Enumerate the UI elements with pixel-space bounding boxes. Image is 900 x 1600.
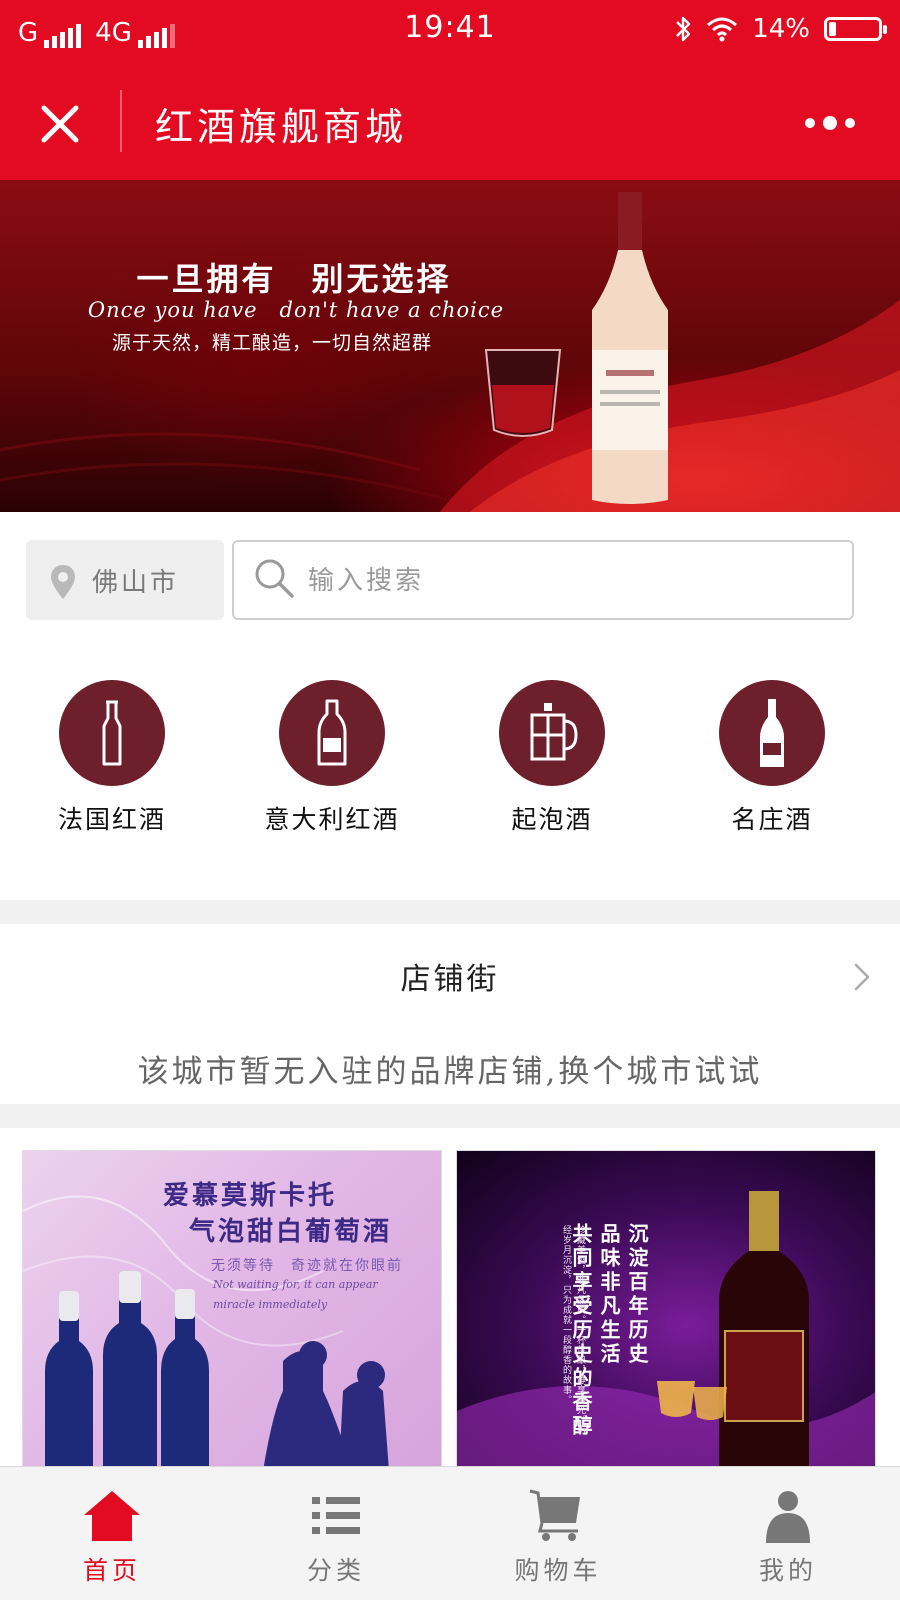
nav-divider [120,90,122,152]
close-icon [41,105,79,143]
product-vertical-text-2: 品味非凡生活 [597,1223,621,1367]
product-tagline: 无须等待 奇迹就在你眼前 [211,1258,403,1274]
category-french-wine[interactable]: 法国红酒 [22,680,202,840]
product-card-red-wine[interactable]: 沉淀百年历史 品味非凡生活 共同享受历史的香醇 珍藏美酒，非凡品质。一杯佳酿，静… [456,1150,876,1470]
tab-home[interactable]: 首页 [32,1489,192,1599]
shop-street-title[interactable]: 店铺街 [0,954,900,998]
tab-label: 购物车 [514,1556,602,1585]
bottom-tab-bar: 首页 分类 购物车 我的 [0,1466,900,1600]
list-icon [312,1497,360,1534]
banner-subtitle: Once you have don't have a choice [87,298,505,322]
tab-mine[interactable]: 我的 [708,1489,868,1599]
more-icon-dot [823,116,837,130]
location-search-bar: 佛山市 [0,512,900,620]
cart-icon [529,1489,580,1541]
product-card-moscato[interactable]: 爱慕莫斯卡托 气泡甜白葡萄酒 无须等待 奇迹就在你眼前 Not waiting … [22,1150,442,1470]
bottle-icon [102,700,122,766]
empty-shop-message: 该城市暂无入驻的品牌店铺,换个城市试试 [137,1054,763,1090]
category-grid: 法国红酒 意大利红酒 起泡酒 名庄酒 [0,620,900,900]
wine-bottle-image [592,192,668,504]
more-icon-dot [805,118,815,128]
search-box[interactable] [232,540,854,620]
search-input[interactable] [306,560,830,602]
tab-label: 首页 [82,1556,141,1585]
tab-label: 我的 [758,1556,817,1585]
banner-tagline: 源于天然，精工酿造，一切自然超群 [111,332,432,354]
product-body-text: 珍藏美酒，非凡品质。一杯佳酿，静享时光。历经岁月沉淀，只为成就一段醇香的故事。 [561,1225,585,1435]
chevron-right-icon[interactable] [850,962,874,992]
category-sparkling-wine[interactable]: 起泡酒 [462,680,642,840]
nav-bar: 红酒旗舰商城 [0,72,900,172]
product-tagline-en: Not waiting for, it can appear miracle i… [213,1278,378,1311]
product-vertical-text-1: 沉淀百年历史 [625,1223,649,1367]
pitcher-icon [530,703,578,761]
wifi-icon [707,17,738,42]
category-italian-wine[interactable]: 意大利红酒 [242,680,422,840]
user-icon [766,1491,810,1543]
tab-cart[interactable]: 购物车 [478,1489,638,1599]
location-pin-icon [51,565,75,599]
page-title: 红酒旗舰商城 [155,105,408,149]
category-circle [279,680,385,786]
product-title-line2: 气泡甜白葡萄酒 [189,1217,393,1247]
category-circle [499,680,605,786]
close-button[interactable] [30,94,90,154]
battery-icon [824,17,887,41]
category-label: 法国红酒 [57,805,166,834]
more-button[interactable] [790,108,870,138]
top-bar: G 4G 19:41 14% 红酒旗舰商城 [0,0,900,180]
product-title-line1: 爱慕莫斯卡托 [163,1181,338,1211]
wine-glass-icon [484,349,562,437]
status-bar: G 4G 19:41 14% [0,0,900,64]
tab-category[interactable]: 分类 [256,1489,416,1599]
bluetooth-icon [676,16,691,42]
category-famous-chateau[interactable]: 名庄酒 [682,680,862,840]
category-label: 起泡酒 [511,805,593,834]
shop-street-section: 店铺街 该城市暂无入驻的品牌店铺,换个城市试试 [0,924,900,1104]
promo-banner[interactable]: 一旦拥有 别无选择 Once you have don't have a cho… [0,180,900,512]
tab-label: 分类 [306,1556,365,1585]
status-right: 14% [674,14,887,44]
battery-level [829,22,836,36]
category-label: 意大利红酒 [264,805,400,834]
category-circle [59,680,165,786]
category-circle [719,680,825,786]
home-icon [84,1491,140,1541]
battery-percent: 14% [752,14,810,44]
wine-bottle-icon [317,699,347,766]
labeled-bottle-icon [760,699,784,767]
product-grid: 爱慕莫斯卡托 气泡甜白葡萄酒 无须等待 奇迹就在你眼前 Not waiting … [0,1128,900,1470]
city-selector[interactable]: 佛山市 [26,540,224,620]
city-label: 佛山市 [92,568,180,598]
search-icon [255,559,294,598]
more-icon-dot [845,118,855,128]
category-label: 名庄酒 [731,805,813,834]
